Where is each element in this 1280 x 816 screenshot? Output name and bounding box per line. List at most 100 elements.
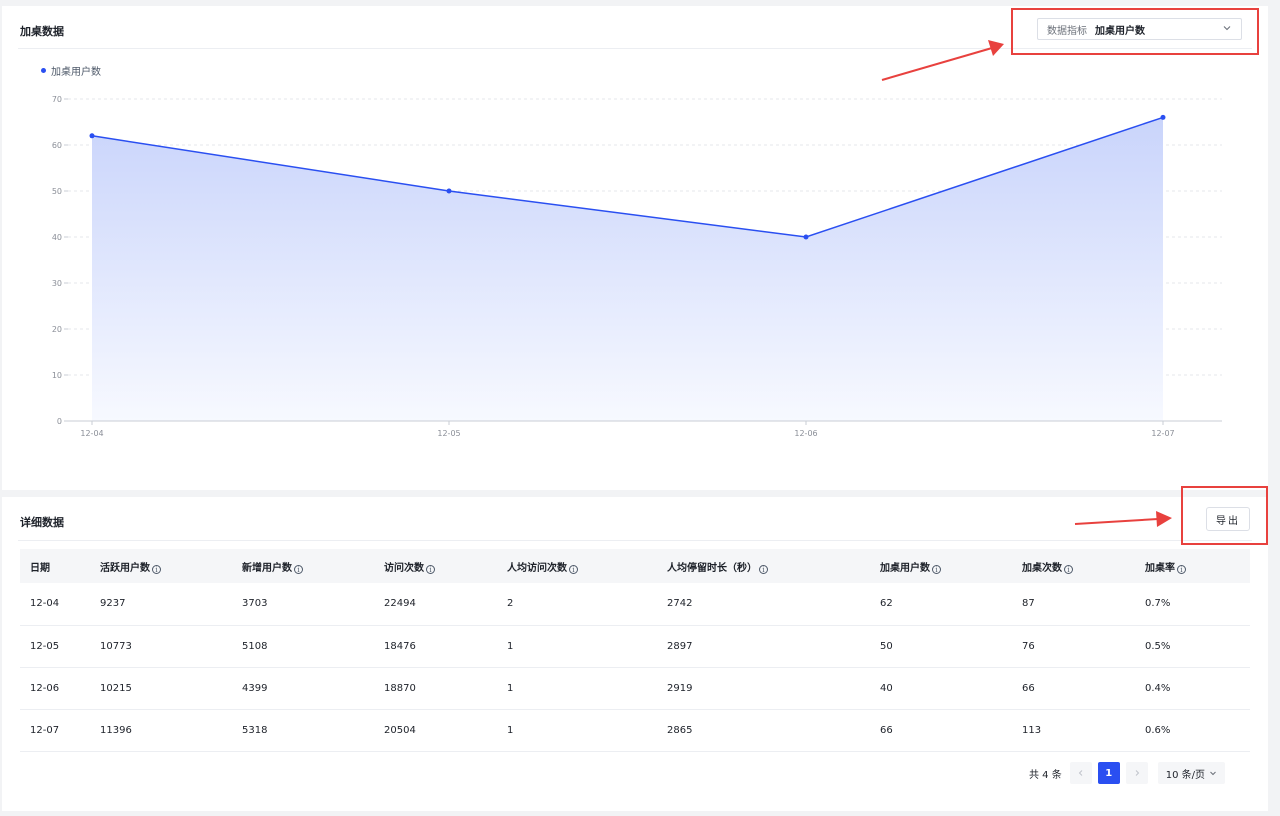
info-icon[interactable]: i — [569, 564, 578, 574]
table-cell: 11396 — [100, 709, 242, 752]
table-cell: 12-04 — [20, 583, 100, 626]
x-tick-label: 12-07 — [1151, 429, 1174, 438]
data-point — [803, 234, 809, 240]
pagination-total: 共 4 条 — [1029, 769, 1062, 781]
table-cell: 10215 — [100, 667, 242, 710]
header-label: 加桌用户数 — [880, 562, 930, 574]
header-label: 人均停留时长（秒） — [667, 562, 757, 574]
table-cell: 1 — [507, 667, 667, 710]
table-cell: 62 — [880, 583, 1022, 626]
table-row: 12-04 9237 3703 22494 2 2742 62 87 0.7% — [20, 583, 1250, 626]
y-tick-label: 60 — [52, 141, 62, 150]
area-chart: 0 10 20 30 40 50 60 70 12-04 12-05 12-06 12-07 — [52, 95, 1222, 438]
table-cell: 1 — [507, 625, 667, 668]
info-icon[interactable]: i — [152, 564, 161, 574]
table-header-cell: 加桌次数 i — [1022, 549, 1145, 583]
header-label: 访问次数 — [384, 562, 424, 574]
table-cell: 0.6% — [1145, 709, 1250, 752]
table-body: 12-04 9237 3703 22494 2 2742 62 87 0.7% 12-05 1077… — [20, 583, 1250, 752]
chevron-right-icon — [1135, 770, 1139, 776]
table-row: 12-06 10215 4399 18870 1 2919 40 66 0.4% — [20, 667, 1250, 710]
table-cell: 4399 — [242, 667, 384, 710]
table-header-cell: 日期 — [20, 549, 100, 583]
table-cell: 22494 — [384, 583, 507, 626]
data-point — [446, 188, 452, 194]
next-page-button[interactable] — [1125, 762, 1148, 784]
y-tick-label: 50 — [52, 187, 62, 196]
info-icon[interactable]: i — [1064, 564, 1073, 574]
table-cell: 2919 — [667, 667, 880, 710]
y-tick-label: 40 — [52, 233, 62, 242]
data-point — [1160, 114, 1166, 120]
table-cell: 113 — [1022, 709, 1145, 752]
table-cell: 20504 — [384, 709, 507, 752]
header-label: 新增用户数 — [242, 562, 292, 574]
y-tick-label: 20 — [52, 325, 62, 334]
table-cell: 9237 — [100, 583, 242, 626]
info-icon[interactable]: i — [932, 564, 941, 574]
table-header-cell: 新增用户数 i — [242, 549, 384, 583]
table-cell: 3703 — [242, 583, 384, 626]
table-cell: 2865 — [667, 709, 880, 752]
chevron-down-icon — [1210, 771, 1216, 776]
table-cell: 87 — [1022, 583, 1145, 626]
table-cell: 2742 — [667, 583, 880, 626]
table-cell: 12-05 — [20, 625, 100, 668]
x-tick-label: 12-06 — [794, 429, 817, 438]
table-cell: 76 — [1022, 625, 1145, 668]
table-header-cell: 访问次数 i — [384, 549, 507, 583]
series-area — [92, 117, 1163, 422]
table-header-row: 日期 活跃用户数 i 新增用户数 i 访问次数 i 人均访问次数 i 人均停留时长（秒） i 加桌用户… — [20, 549, 1250, 583]
table-cell: 12-06 — [20, 667, 100, 710]
annotation-arrow-export — [1074, 511, 1172, 527]
table-header-cell: 活跃用户数 i — [100, 549, 242, 583]
table-row: 12-07 11396 5318 20504 1 2865 66 113 0.6% — [20, 709, 1250, 752]
header-label: 人均访问次数 — [507, 562, 567, 574]
table-cell: 0.5% — [1145, 625, 1250, 668]
divider — [18, 540, 1252, 541]
table-cell: 5318 — [242, 709, 384, 752]
table-cell: 0.7% — [1145, 583, 1250, 626]
table-header-cell: 人均停留时长（秒） i — [667, 549, 880, 583]
header-label: 活跃用户数 — [100, 562, 150, 574]
y-tick-label: 0 — [57, 417, 62, 426]
info-icon[interactable]: i — [759, 564, 768, 574]
detail-panel: 详细数据 导出 日期 活跃用户数 i 新增用户数 i 访问次数 i 人均访问次数 i 人均停留时长… — [2, 497, 1268, 811]
page-size-select[interactable]: 10 条/页 — [1157, 762, 1226, 784]
data-point — [89, 133, 95, 139]
table-header-cell: 加桌率 i — [1145, 549, 1250, 583]
page-size-value: 10 条/页 — [1165, 769, 1206, 781]
table-cell: 18870 — [384, 667, 507, 710]
table-cell: 40 — [880, 667, 1022, 710]
header-label: 日期 — [30, 562, 50, 574]
info-icon[interactable]: i — [426, 564, 435, 574]
page-number-button[interactable]: 1 — [1097, 762, 1120, 784]
table-cell: 66 — [880, 709, 1022, 752]
table-cell: 50 — [880, 625, 1022, 668]
pagination: 共 4 条 1 10 条/页 — [1029, 762, 1226, 784]
table-cell: 2897 — [667, 625, 880, 668]
table-cell: 12-07 — [20, 709, 100, 752]
header-label: 加桌率 — [1145, 562, 1175, 574]
prev-page-button[interactable] — [1069, 762, 1092, 784]
annotation-box-metric — [1011, 8, 1259, 55]
chevron-left-icon — [1078, 770, 1083, 776]
detail-panel-title: 详细数据 — [20, 516, 64, 529]
annotation-arrow-metric — [881, 40, 1004, 81]
annotation-box-export — [1181, 486, 1268, 545]
table-cell: 0.4% — [1145, 667, 1250, 710]
table-cell: 1 — [507, 709, 667, 752]
table-cell: 10773 — [100, 625, 242, 668]
y-tick-label: 10 — [52, 371, 62, 380]
table-row: 12-05 10773 5108 18476 1 2897 50 76 0.5% — [20, 625, 1250, 668]
table-cell: 5108 — [242, 625, 384, 668]
info-icon[interactable]: i — [1177, 564, 1186, 574]
chart-panel: 加桌数据 数据指标 加桌用户数 加桌用户数 0 10 20 30 40 50 60 70 12-… — [2, 6, 1268, 490]
table-cell: 2 — [507, 583, 667, 626]
info-icon[interactable]: i — [294, 564, 303, 574]
table-cell: 18476 — [384, 625, 507, 668]
detail-table: 日期 活跃用户数 i 新增用户数 i 访问次数 i 人均访问次数 i 人均停留时长（秒） i 加桌用户… — [20, 549, 1250, 752]
x-tick-label: 12-04 — [80, 429, 103, 438]
table-header-cell: 加桌用户数 i — [880, 549, 1022, 583]
table-cell: 66 — [1022, 667, 1145, 710]
